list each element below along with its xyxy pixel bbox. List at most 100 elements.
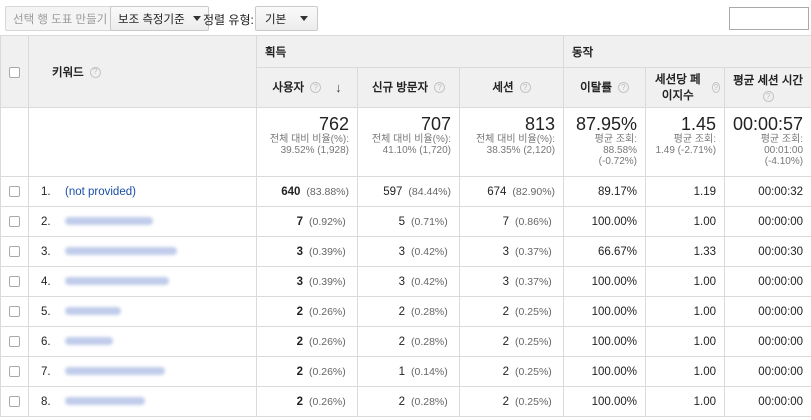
redacted-keyword-link[interactable]: [65, 247, 177, 256]
new-users-cell: 2 (0.28%): [357, 296, 460, 327]
keyword-cell: 2.: [28, 206, 257, 237]
row-checkbox[interactable]: [9, 215, 20, 227]
users-percent: (0.26%): [309, 335, 346, 348]
report-toolbar: 선택 행 도표 만들기 보조 측정기준 정렬 유형: 기본: [0, 0, 811, 36]
help-circle-icon[interactable]: ?: [434, 82, 446, 93]
new-users-value: 3: [398, 245, 405, 258]
total-users-share: 39.52% (1,928): [280, 145, 349, 156]
table-search-input[interactable]: [729, 7, 809, 30]
select-all-checkbox[interactable]: [9, 66, 20, 78]
keyword-header[interactable]: 키워드?: [28, 35, 257, 108]
new-users-cell: 2 (0.28%): [357, 326, 460, 357]
sessions-percent: (0.37%): [515, 275, 552, 288]
pages-per-session-cell: 1.33: [645, 236, 726, 267]
keyword-link[interactable]: (not provided): [65, 186, 136, 198]
sort-type-dropdown[interactable]: 기본: [255, 6, 319, 31]
total-pages-per-session: 1.45 평균 조회: 1.49 (-2.71%): [645, 107, 726, 177]
sessions-value: 2: [502, 305, 510, 318]
bounce-rate-header[interactable]: 이탈률?: [563, 67, 647, 108]
avg-session-duration-cell: 00:00:00: [724, 266, 811, 297]
secondary-dimension-label: 보조 측정기준: [118, 13, 185, 26]
new-users-value: 2: [398, 335, 405, 348]
row-index: 8.: [41, 395, 51, 408]
sessions-value: 2: [502, 365, 510, 378]
select-all-cell: [0, 35, 29, 108]
row-index: 2.: [41, 215, 51, 228]
table-row: 2. 7 (0.92%) 5 (0.71%) 7 (0.86%) 100.00% 1.…: [0, 206, 811, 237]
sessions-value: 3: [502, 275, 510, 288]
totals-row: 762 전체 대비 비율(%): 39.52% (1,928) 707 전체 대…: [0, 107, 811, 177]
users-value: 3: [296, 275, 303, 288]
total-avg-session-duration-delta: (-4.10%): [764, 156, 804, 167]
avg-session-duration-header[interactable]: 평균 세션 시간?: [724, 67, 811, 108]
redacted-keyword-link[interactable]: [65, 307, 121, 316]
row-checkbox[interactable]: [9, 305, 20, 317]
users-percent: (0.26%): [309, 365, 346, 378]
row-checkbox[interactable]: [9, 365, 20, 377]
create-chart-button[interactable]: 선택 행 도표 만들기: [5, 6, 116, 31]
help-circle-icon[interactable]: ?: [89, 66, 101, 78]
acquisition-group-label: 획득: [265, 46, 287, 59]
row-checkbox-cell: [0, 266, 29, 297]
sessions-cell: 2 (0.25%): [458, 356, 565, 387]
pages-per-session-cell: 1.00: [645, 326, 726, 357]
bounce-rate-cell: 100.00%: [563, 326, 647, 357]
total-users-label: 전체 대비 비율(%):: [269, 134, 349, 145]
new-users-percent: (0.28%): [411, 305, 448, 318]
help-circle-icon[interactable]: ?: [519, 82, 531, 93]
help-circle-icon[interactable]: ?: [711, 82, 721, 93]
row-checkbox[interactable]: [9, 275, 20, 287]
total-avg-session-duration-value: 00:00:57: [732, 114, 804, 134]
sort-type-value: 기본: [265, 13, 287, 26]
users-value: 7: [296, 215, 303, 228]
secondary-dimension-dropdown[interactable]: 보조 측정기준: [110, 6, 209, 31]
sessions-percent: (0.86%): [515, 215, 552, 228]
sessions-value: 2: [502, 395, 510, 408]
redacted-keyword-link[interactable]: [65, 337, 113, 346]
new-users-percent: (0.42%): [411, 245, 448, 258]
help-circle-icon[interactable]: ?: [617, 82, 629, 93]
total-new-users-label: 전체 대비 비율(%):: [371, 134, 451, 145]
keyword-cell: 1. (not provided): [28, 176, 257, 207]
help-circle-icon[interactable]: ?: [310, 82, 322, 93]
acquisition-group-header: 획득: [255, 35, 565, 68]
users-value: 2: [296, 395, 303, 408]
redacted-keyword-link[interactable]: [65, 367, 165, 376]
sessions-value: 674: [487, 185, 507, 198]
redacted-keyword-link[interactable]: [65, 397, 145, 406]
bounce-rate-cell: 89.17%: [563, 176, 647, 207]
total-bounce-rate-value: 87.95%: [575, 114, 638, 134]
row-checkbox[interactable]: [9, 185, 20, 197]
pages-per-session-header[interactable]: 세션당 페이지수?: [645, 67, 726, 108]
new-users-value: 1: [398, 365, 405, 378]
row-checkbox[interactable]: [9, 245, 20, 257]
redacted-keyword-link[interactable]: [65, 277, 169, 286]
users-cell: 640 (83.88%): [256, 176, 358, 207]
sessions-cell: 2 (0.25%): [458, 326, 565, 357]
help-circle-icon[interactable]: ?: [762, 91, 774, 102]
new-users-header[interactable]: 신규 방문자?: [357, 67, 460, 108]
total-bounce-rate-label: 평균 조회:: [594, 134, 638, 145]
users-percent: (83.88%): [306, 185, 349, 198]
row-checkbox[interactable]: [9, 335, 20, 347]
users-header[interactable]: 사용자? ↓: [256, 67, 358, 108]
users-value: 640: [281, 185, 301, 198]
bounce-rate-cell: 100.00%: [563, 386, 647, 417]
new-users-cell: 597 (84.44%): [357, 176, 460, 207]
sessions-header[interactable]: 세션?: [458, 67, 565, 108]
bounce-rate-cell: 100.00%: [563, 206, 647, 237]
row-checkbox[interactable]: [9, 395, 20, 407]
total-new-users: 707 전체 대비 비율(%): 41.10% (1,720): [357, 107, 460, 177]
sessions-percent: (0.25%): [515, 335, 552, 348]
sessions-cell: 2 (0.25%): [458, 296, 565, 327]
users-value: 2: [296, 305, 303, 318]
redacted-keyword-link[interactable]: [65, 217, 153, 226]
chevron-down-icon: [300, 16, 309, 21]
avg-session-duration-header-label: 평균 세션 시간: [733, 75, 803, 87]
users-cell: 3 (0.39%): [256, 266, 358, 297]
sessions-cell: 7 (0.86%): [458, 206, 565, 237]
sessions-cell: 3 (0.37%): [458, 236, 565, 267]
bounce-rate-cell: 66.67%: [563, 236, 647, 267]
sessions-percent: (82.90%): [512, 185, 556, 198]
pages-per-session-cell: 1.00: [645, 206, 726, 237]
